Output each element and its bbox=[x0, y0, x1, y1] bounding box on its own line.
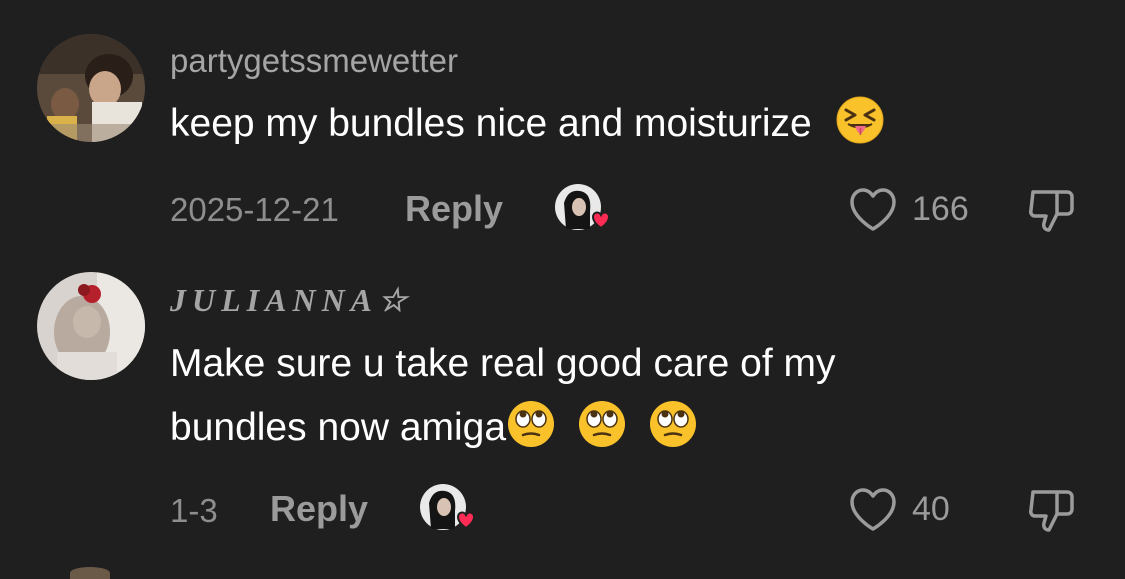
like-count: 166 bbox=[912, 190, 969, 228]
rolling-eyes-icon bbox=[648, 399, 698, 449]
heart-icon[interactable] bbox=[848, 187, 898, 233]
comment-text-line-with-emoji: bundles now amiga bbox=[170, 396, 836, 460]
comment-username[interactable]: partygetssmewetter bbox=[170, 42, 458, 80]
comment-text: keep my bundles nice and moisturize bbox=[170, 92, 885, 156]
reply-button[interactable]: Reply bbox=[405, 188, 503, 230]
reply-button[interactable]: Reply bbox=[270, 488, 368, 530]
comment-text-line: bundles now amiga bbox=[170, 406, 507, 449]
creator-liked-badge bbox=[554, 183, 614, 235]
comment-date: 1-3 bbox=[170, 492, 218, 529]
like-count: 40 bbox=[912, 490, 950, 528]
heart-icon[interactable] bbox=[848, 487, 898, 533]
rolling-eyes-icon bbox=[577, 399, 627, 449]
thumbs-down-icon[interactable] bbox=[1027, 486, 1077, 534]
comment-text-line: Make sure u take real good care of my bbox=[170, 342, 836, 385]
comment-text-line: keep my bundles nice and moisturize bbox=[170, 102, 812, 145]
comment-item: JULIANNA☆ Make sure u take real good car… bbox=[0, 260, 1125, 560]
squinting-face-with-tongue-icon bbox=[835, 95, 885, 145]
thumbs-down-icon[interactable] bbox=[1027, 186, 1077, 234]
commenter-avatar[interactable] bbox=[37, 272, 145, 380]
rolling-eyes-icon bbox=[506, 399, 556, 449]
comment-username[interactable]: JULIANNA☆ bbox=[170, 281, 413, 319]
next-comment-avatar[interactable] bbox=[70, 567, 110, 579]
comment-date: 2025-12-21 bbox=[170, 191, 339, 228]
comment-text: Make sure u take real good care of my bu… bbox=[170, 332, 836, 460]
comment-item: partygetssmewetter keep my bundles nice … bbox=[0, 0, 1125, 260]
commenter-avatar[interactable] bbox=[37, 34, 145, 142]
creator-liked-badge bbox=[419, 483, 479, 535]
